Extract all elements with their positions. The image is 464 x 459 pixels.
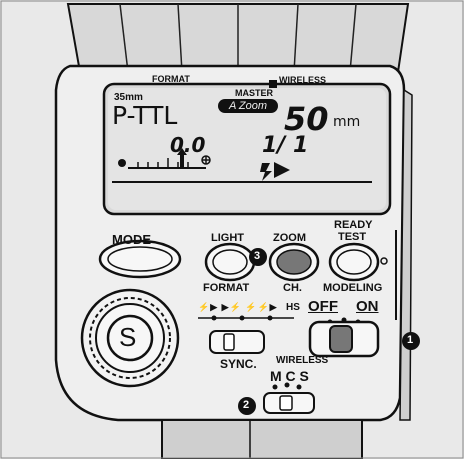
callout-3: 3 [254,250,261,262]
lcd-exposure-comp: 0.0 [170,133,206,157]
lcd-master-label: MASTER [235,88,273,98]
mcs-switch[interactable] [264,393,314,413]
sync-mode-icons: ⚡▶ ▶⚡ ⚡⚡▶ [198,302,278,312]
ready-label: READY [334,219,373,231]
lcd-wireless-label: WIRELESS [279,75,327,85]
ch-button-label: CH. [283,282,302,294]
modeling-button-label: MODELING [323,282,383,294]
on-label: ON [356,298,379,315]
off-label: OFF [308,298,338,315]
ready-test-modeling-button[interactable] [330,244,378,280]
lcd-zoom-badge: A Zoom [218,99,278,113]
flash-body-illustration [0,0,464,459]
lcd-flash-mode: P-TTL [112,101,178,130]
lcd-format-label: FORMAT [152,74,190,84]
sync-label: SYNC. [220,357,257,371]
callout-1: 1 [407,334,414,346]
mcs-label: M C S [270,368,309,384]
callout-2: 2 [243,399,250,411]
light-format-button[interactable] [206,244,254,280]
wireless-switch-label: WIRELESS [276,355,329,366]
test-label: TEST [338,231,367,243]
light-button-label: LIGHT [211,232,244,244]
lcd-zoom-unit: mm [333,114,361,130]
zoom-button-label: ZOOM [273,232,306,244]
zoom-ch-button[interactable] [270,244,318,280]
flash-unit-photo: FORMAT WIRELESS 35mm MASTER P-TTL A Zoom… [0,0,464,459]
power-switch[interactable] [310,322,378,356]
lcd-power-ratio: 1/ 1 [262,133,309,158]
select-dial[interactable] [108,316,152,360]
sync-mode-switch[interactable] [210,331,264,353]
hs-label: HS [286,302,300,313]
mode-button[interactable] [100,241,180,277]
format-button-label: FORMAT [203,282,250,294]
